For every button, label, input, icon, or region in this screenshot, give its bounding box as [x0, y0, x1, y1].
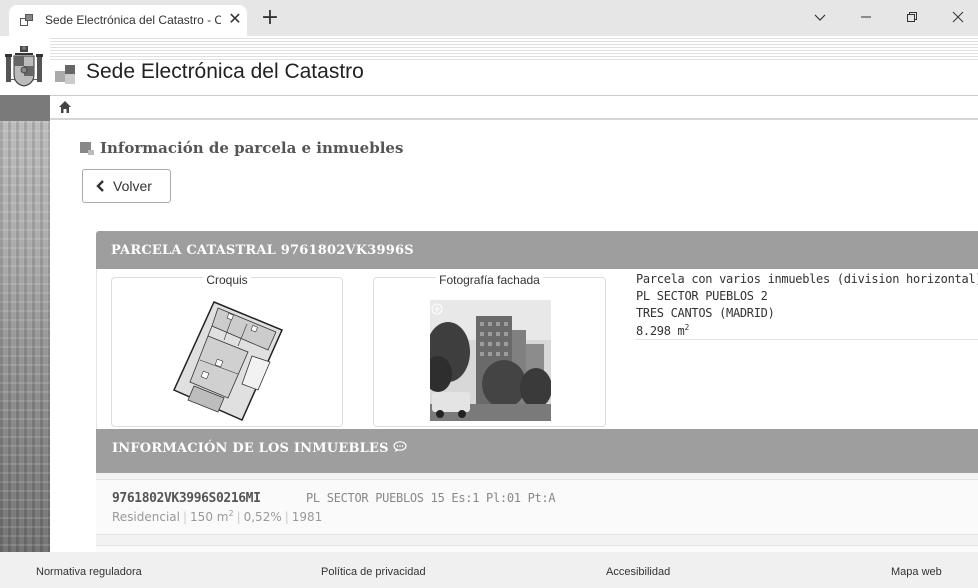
footer-link-accesibilidad[interactable]: Accesibilidad	[606, 566, 670, 578]
browser-tab-bar: Sede Electrónica del Catastro - C ✕ +	[0, 0, 978, 36]
chevron-down-icon	[814, 14, 826, 21]
sidebar-strip	[0, 95, 50, 121]
inmueble-year: 1981	[291, 510, 323, 524]
header-stripes	[0, 36, 978, 60]
parcel-address-line1: PL SECTOR PUEBLOS 2	[636, 289, 768, 303]
tab-search-button[interactable]	[797, 0, 843, 34]
parcel-panel-heading: PARCELA CATASTRAL 9761802VK3996S	[96, 231, 978, 269]
list-item[interactable]: 9761802VK3996S0216MI PL SECTOR PUEBLOS 1…	[96, 479, 978, 535]
inmuebles-panel-heading: INFORMACIÓN DE LOS INMUEBLES	[96, 429, 978, 473]
facade-photo-image[interactable]	[430, 300, 551, 421]
inmueble-surface: 150 m2	[190, 509, 234, 524]
site-brand[interactable]: Sede Electrónica del Catastro	[55, 60, 435, 90]
inmueble-participation: 0,52%	[243, 510, 282, 524]
tab-title: Sede Electrónica del Catastro - C	[45, 13, 221, 27]
city-background-image	[0, 121, 50, 552]
close-window-button[interactable]	[935, 0, 978, 34]
catastro-favicon-icon	[20, 14, 34, 27]
inmueble-reference[interactable]: 9761802VK3996S0216MI	[112, 491, 261, 506]
navbar	[50, 96, 978, 120]
restore-icon	[907, 12, 917, 22]
page-title-text: Información de parcela e inmuebles	[100, 139, 404, 157]
inmueble-meta: Residencial | 150 m2 | 0,52% | 1981	[112, 509, 323, 524]
footer-link-mapa-web[interactable]: Mapa web	[891, 566, 942, 578]
tab-close-icon[interactable]: ✕	[227, 10, 243, 28]
parcel-surface: 8.298 m2	[636, 323, 690, 338]
parcel-details: Parcela con varios inmuebles (division h…	[636, 270, 978, 340]
footer-link-normativa[interactable]: Normativa reguladora	[36, 566, 142, 578]
inmuebles-heading-text: INFORMACIÓN DE LOS INMUEBLES	[112, 441, 389, 456]
close-icon	[952, 11, 964, 23]
restore-button[interactable]	[889, 0, 935, 34]
new-tab-button[interactable]: +	[260, 6, 280, 30]
parcel-description: Parcela con varios inmuebles (division h…	[636, 272, 978, 286]
photo-label: Fotografía fachada	[436, 273, 543, 287]
croquis-label: Croquis	[203, 273, 251, 287]
inmueble-address: PL SECTOR PUEBLOS 15 Es:1 Pl:01 Pt:A	[306, 491, 556, 505]
croquis-plan-image	[173, 301, 283, 421]
coat-of-arms-icon	[5, 46, 43, 87]
browser-tab[interactable]: Sede Electrónica del Catastro - C ✕	[9, 5, 247, 36]
inmuebles-list: 9761802VK3996S0216MI PL SECTOR PUEBLOS 1…	[96, 473, 978, 553]
site-name: Sede Electrónica del Catastro	[86, 60, 364, 83]
minimize-button[interactable]	[843, 0, 889, 34]
inmuebles-heading: INFORMACIÓN DE LOS INMUEBLES	[112, 441, 407, 456]
footer: Normativa reguladora Política de privaci…	[0, 552, 978, 588]
back-button[interactable]: Volver	[82, 169, 171, 203]
home-icon[interactable]	[58, 100, 72, 114]
croquis-card[interactable]: Croquis	[111, 273, 343, 427]
comment-icon[interactable]	[393, 441, 407, 453]
catastro-logo-icon	[55, 63, 81, 87]
footer-link-privacidad[interactable]: Política de privacidad	[321, 566, 426, 578]
minimize-icon	[861, 16, 871, 18]
catastro-square-icon	[80, 142, 94, 155]
back-button-label: Volver	[113, 178, 152, 194]
chevron-left-icon	[96, 180, 104, 192]
facade-photo-card[interactable]: Fotografía fachada	[373, 273, 606, 427]
parcel-heading-text: PARCELA CATASTRAL 9761802VK3996S	[111, 243, 414, 258]
inmueble-use: Residencial	[112, 510, 180, 524]
parcel-address-line2: TRES CANTOS (MADRID)	[636, 306, 775, 320]
page-title: Información de parcela e inmuebles	[80, 139, 480, 159]
